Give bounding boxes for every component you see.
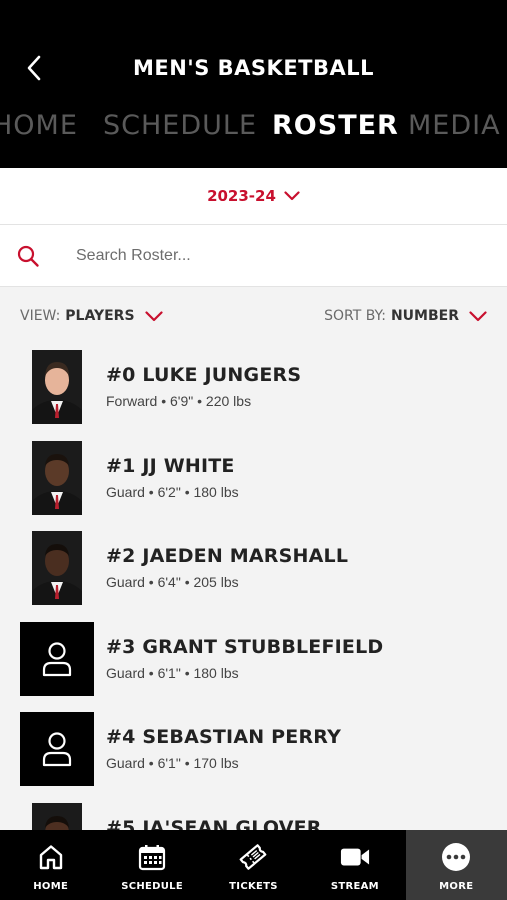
chevron-down-icon (144, 310, 163, 321)
player-details: Guard • 6'4" • 205 lbs (106, 574, 239, 590)
player-row[interactable]: #2 JAEDEN MARSHALL Guard • 6'4" • 205 lb… (0, 531, 507, 607)
player-name: #3 GRANT STUBBLEFIELD (106, 636, 384, 658)
nav-label: STREAM (330, 881, 379, 892)
chevron-down-icon (469, 310, 487, 321)
nav-label: SCHEDULE (121, 881, 183, 892)
player-details: Guard • 6'1" • 180 lbs (106, 665, 239, 681)
player-name: #4 SEBASTIAN PERRY (106, 726, 342, 748)
search-bar (0, 225, 507, 287)
view-dropdown[interactable]: VIEW: PLAYERS (20, 308, 163, 324)
player-photo (32, 441, 82, 515)
season-value: 2023-24 (207, 187, 276, 205)
player-details: Forward • 6'9" • 220 lbs (106, 393, 252, 409)
ticket-icon (240, 844, 267, 870)
bottom-nav: HOME SCHEDULE TICKETS STREAM MORE (0, 830, 507, 900)
sort-dropdown[interactable]: SORT BY: NUMBER (324, 308, 487, 324)
page-title: MEN'S BASKETBALL (132, 56, 375, 80)
nav-more[interactable]: MORE (405, 830, 507, 900)
player-details: Guard • 6'2" • 180 lbs (106, 484, 239, 500)
player-name: #2 JAEDEN MARSHALL (106, 545, 349, 567)
player-photo (32, 531, 82, 605)
player-row[interactable]: #4 SEBASTIAN PERRY Guard • 6'1" • 170 lb… (0, 712, 507, 788)
user-icon (42, 732, 72, 767)
user-icon (42, 642, 72, 677)
nav-label: HOME (33, 881, 69, 892)
nav-stream[interactable]: STREAM (304, 830, 405, 900)
tab-roster[interactable]: ROSTER (272, 110, 399, 141)
player-photo-placeholder (20, 622, 94, 696)
tab-schedule[interactable]: SCHEDULE (103, 110, 257, 141)
player-photo-placeholder (20, 712, 94, 786)
search-icon[interactable] (16, 244, 40, 268)
player-name: #1 JJ WHITE (106, 455, 235, 477)
home-icon (39, 845, 62, 870)
sort-value: NUMBER (390, 308, 459, 324)
player-name: #0 LUKE JUNGERS (106, 364, 302, 386)
header: MEN'S BASKETBALL HOME SCHEDULE ROSTER ME… (0, 0, 507, 168)
player-row[interactable]: #1 JJ WHITE Guard • 6'2" • 180 lbs (0, 441, 507, 517)
player-row[interactable]: #3 GRANT STUBBLEFIELD Guard • 6'1" • 180… (0, 622, 507, 698)
chevron-down-icon (284, 191, 300, 201)
player-photo (32, 350, 82, 424)
calendar-icon (138, 845, 166, 871)
season-selector[interactable]: 2023-24 (0, 168, 507, 225)
player-details: Guard • 6'1" • 170 lbs (106, 755, 239, 771)
video-camera-icon (340, 848, 369, 866)
nav-schedule[interactable]: SCHEDULE (101, 830, 202, 900)
tab-media[interactable]: MEDIA (408, 110, 501, 141)
nav-home[interactable]: HOME (0, 830, 101, 900)
tab-home[interactable]: HOME (0, 110, 78, 141)
nav-tickets[interactable]: TICKETS (203, 830, 304, 900)
view-value: PLAYERS (65, 308, 135, 324)
nav-label: MORE (439, 881, 474, 892)
app-screen: MEN'S BASKETBALL HOME SCHEDULE ROSTER ME… (0, 0, 507, 900)
player-row[interactable]: #0 LUKE JUNGERS Forward • 6'9" • 220 lbs (0, 350, 507, 426)
more-icon (442, 843, 471, 871)
nav-label: TICKETS (229, 881, 278, 892)
search-input[interactable] (76, 241, 476, 271)
tab-bar: HOME SCHEDULE ROSTER MEDIA (0, 110, 507, 154)
filter-row: VIEW: PLAYERS SORT BY: NUMBER (0, 300, 507, 336)
view-label: VIEW: (20, 308, 61, 324)
sort-label: SORT BY: (324, 308, 386, 324)
